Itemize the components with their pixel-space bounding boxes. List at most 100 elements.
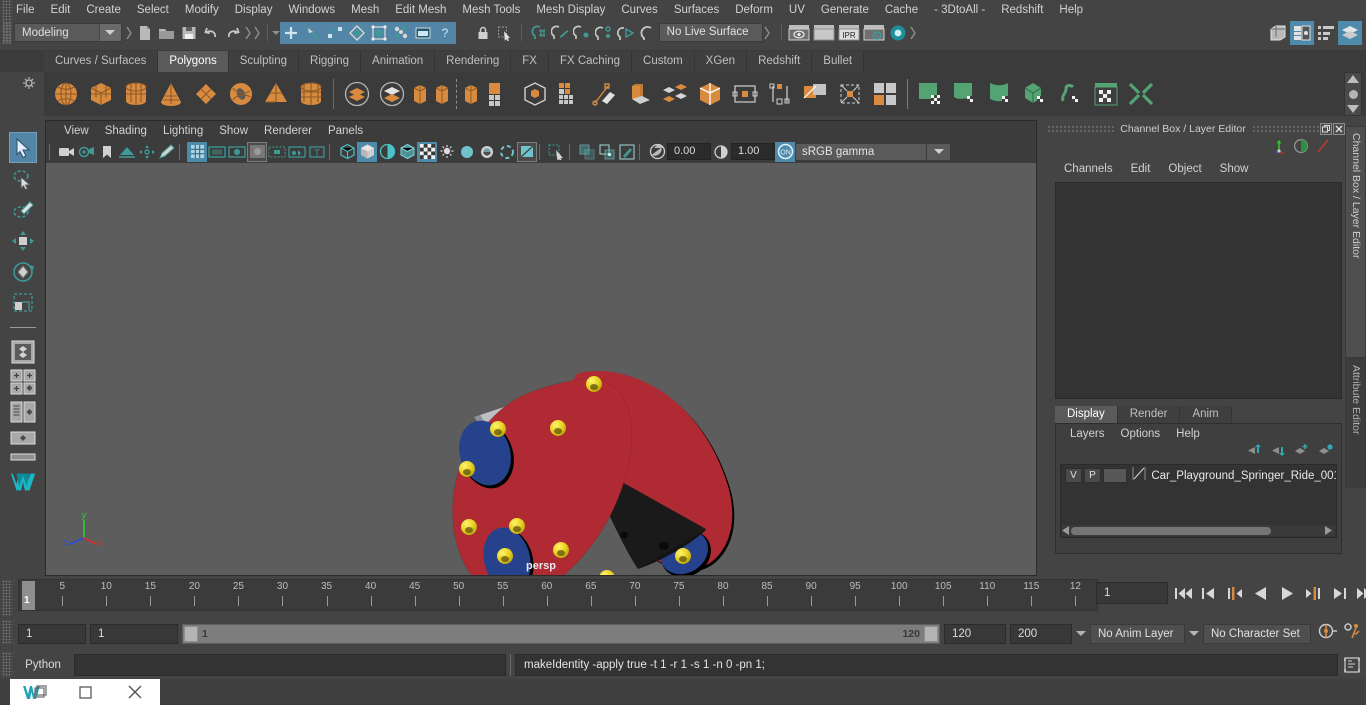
time-ruler[interactable]: 1 5 10 15 20 25 30 35 40 45 50 55 60 65 70 75 80 85 90 95 1…: [18, 579, 1098, 611]
select-mask-box-icon[interactable]: [367, 21, 390, 44]
flat-shade-icon[interactable]: [397, 142, 417, 162]
collapse-flap-2[interactable]: [244, 23, 253, 42]
offset-edge-loop-icon[interactable]: [832, 75, 867, 113]
range-slider-grip[interactable]: [2, 620, 12, 644]
polygon-sphere-icon[interactable]: [48, 75, 83, 113]
layer-editor-menu-options[interactable]: Options: [1113, 428, 1169, 440]
shelf-tab-curves-surfaces[interactable]: Curves / Surfaces: [44, 51, 159, 72]
separate-icon[interactable]: [374, 75, 409, 113]
shadows-icon[interactable]: [457, 142, 477, 162]
planar-mapping-icon[interactable]: [948, 75, 983, 113]
character-set-field[interactable]: No Character Set: [1203, 623, 1311, 644]
menu-generate[interactable]: Generate: [813, 0, 877, 20]
anim-layer-chevron-down-icon[interactable]: [1076, 631, 1086, 636]
select-mask-diamond-icon[interactable]: [345, 21, 368, 44]
smooth-shade-icon[interactable]: [357, 141, 377, 162]
layer-name-label[interactable]: Car_Playground_Springer_Ride_001_l: [1151, 470, 1336, 482]
play-backwards-icon[interactable]: [1250, 582, 1272, 604]
persp-outliner-layout-2[interactable]: [9, 449, 37, 465]
close-window-icon[interactable]: [110, 679, 160, 705]
menu-create[interactable]: Create: [78, 0, 129, 20]
viewport-menu-panels[interactable]: Panels: [320, 125, 371, 137]
polygon-cylinder-icon[interactable]: [118, 75, 153, 113]
select-by-object-type-icon[interactable]: [301, 21, 324, 44]
collapse-flap-1[interactable]: [125, 23, 134, 42]
collapse-flap-4[interactable]: [272, 25, 281, 41]
uv-editor-icon[interactable]: [913, 75, 948, 113]
isolate-select-icon[interactable]: [547, 142, 567, 162]
resolution-gate-icon[interactable]: [227, 142, 247, 162]
tab-anim[interactable]: Anim: [1180, 406, 1232, 423]
range-start-handle[interactable]: [184, 625, 198, 642]
motion-blur-icon[interactable]: [497, 142, 517, 162]
shelf-grip[interactable]: [2, 0, 12, 44]
channel-box-menu-channels[interactable]: Channels: [1055, 163, 1122, 175]
menu-uv[interactable]: UV: [781, 0, 813, 20]
time-slider-grip[interactable]: [2, 580, 12, 616]
camera-attributes-icon[interactable]: [77, 142, 97, 162]
gate-mask-icon[interactable]: [247, 141, 267, 162]
color-space-field[interactable]: sRGB gamma: [795, 142, 927, 161]
shelf-tab-polygons[interactable]: Polygons: [158, 51, 229, 72]
range-start-field[interactable]: 1: [90, 623, 178, 644]
uv-layout-icon[interactable]: [1088, 75, 1123, 113]
go-to-end-icon[interactable]: [1354, 582, 1366, 604]
color-management-toggle[interactable]: ON: [775, 141, 795, 162]
vertical-tab-attribute-editor[interactable]: Attribute Editor: [1345, 358, 1366, 488]
menu-cache[interactable]: Cache: [877, 0, 926, 20]
reduce-icon[interactable]: [482, 75, 517, 113]
four-pane-layout[interactable]: [9, 367, 37, 397]
shelf-tab-redshift[interactable]: Redshift: [747, 51, 813, 72]
exposure-icon[interactable]: [647, 142, 667, 162]
use-all-lights-icon[interactable]: [437, 142, 457, 162]
chevron-down-icon[interactable]: [98, 24, 121, 41]
grid-toggle-icon[interactable]: [187, 141, 207, 162]
vertical-tab-channel-box-layer-editor[interactable]: Channel Box / Layer Editor: [1345, 126, 1366, 358]
polygon-torus-icon[interactable]: [223, 75, 258, 113]
remesh-icon[interactable]: [517, 75, 552, 113]
multisample-icon[interactable]: [517, 141, 537, 162]
save-scene-icon[interactable]: [178, 22, 200, 44]
command-language-label[interactable]: Python: [12, 659, 74, 671]
layer-list-scrollbar[interactable]: [1062, 525, 1335, 536]
viewport-menu-renderer[interactable]: Renderer: [256, 125, 320, 137]
snap-to-point-icon[interactable]: [571, 22, 593, 44]
render-current-frame-icon[interactable]: [787, 22, 812, 44]
channel-box-menu-show[interactable]: Show: [1211, 163, 1258, 175]
script-editor-icon[interactable]: [1341, 654, 1363, 676]
open-scene-icon[interactable]: [156, 22, 178, 44]
step-back-keyframe-icon[interactable]: [1198, 582, 1220, 604]
layer-visibility-toggle[interactable]: V: [1065, 468, 1082, 483]
safe-action-icon[interactable]: [287, 142, 307, 162]
extrude-icon[interactable]: [587, 75, 622, 113]
layer-editor-menu-layers[interactable]: Layers: [1062, 428, 1113, 440]
polygon-cone-icon[interactable]: [153, 75, 188, 113]
select-by-hierarchy-icon[interactable]: [279, 21, 302, 44]
shelf-tab-fx[interactable]: FX: [511, 51, 549, 72]
shelf-tab-sculpting[interactable]: Sculpting: [228, 51, 300, 72]
undock-icon[interactable]: [1320, 122, 1332, 135]
single-pane-layout[interactable]: [9, 337, 37, 367]
snap-to-projected-center-icon[interactable]: [593, 22, 615, 44]
step-back-frame-icon[interactable]: [1224, 582, 1246, 604]
collapse-flap-6[interactable]: [909, 23, 918, 42]
snap-to-grid-icon[interactable]: [527, 22, 549, 44]
highlight-selection-icon[interactable]: [494, 22, 516, 44]
menu-set-selector[interactable]: Modeling: [14, 23, 122, 42]
exposure-value-field[interactable]: 0.00: [667, 143, 711, 160]
scroll-right-arrow-icon[interactable]: [1324, 522, 1332, 540]
play-forwards-icon[interactable]: [1276, 582, 1298, 604]
xray-joints-icon[interactable]: [597, 142, 617, 162]
show-hide-attribute-editor-icon[interactable]: [1266, 21, 1290, 45]
ipr-render-icon[interactable]: IPR: [837, 22, 862, 44]
shelf-tab-bullet[interactable]: Bullet: [812, 51, 865, 72]
collapse-flap-3[interactable]: [253, 23, 262, 42]
paint-select-tool[interactable]: [9, 194, 37, 225]
menu-help[interactable]: Help: [1051, 0, 1091, 20]
move-layer-down-icon[interactable]: [1270, 444, 1285, 462]
range-end-field[interactable]: 120: [944, 623, 1006, 644]
viewport-menu-view[interactable]: View: [56, 125, 97, 137]
command-input[interactable]: [74, 653, 506, 676]
tab-display[interactable]: Display: [1055, 406, 1118, 423]
lasso-select-tool[interactable]: [9, 163, 37, 194]
